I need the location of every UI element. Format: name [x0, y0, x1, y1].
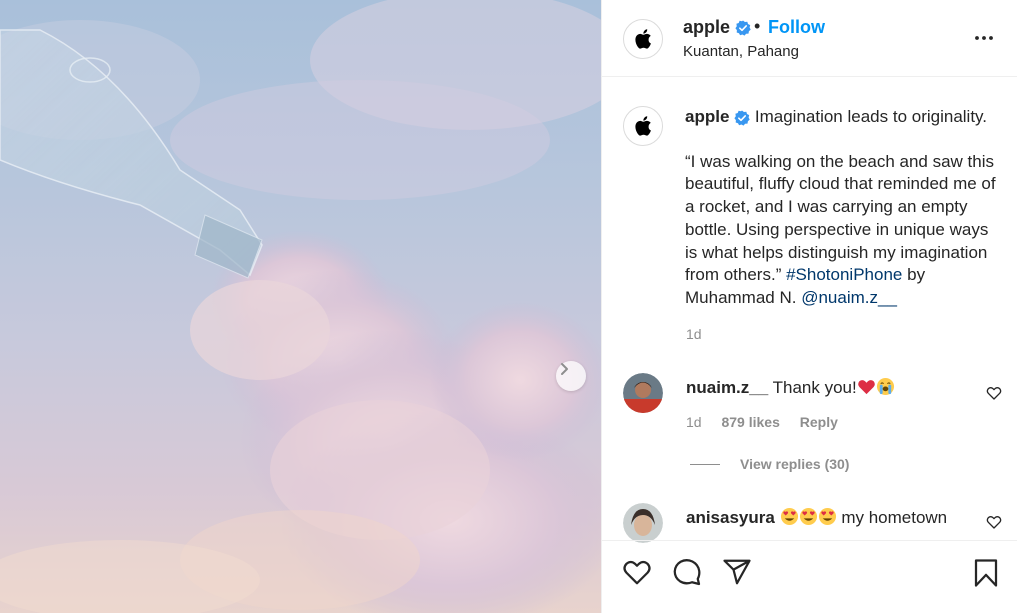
comment-icon — [673, 559, 701, 586]
separator-dot: • — [754, 16, 761, 36]
comment-like-button[interactable] — [986, 385, 1002, 406]
red-heart-icon — [857, 380, 875, 395]
post-photo[interactable] — [0, 0, 601, 613]
verified-badge-icon — [734, 110, 750, 126]
heart-icon — [986, 387, 1002, 400]
post-author[interactable]: apple — [683, 17, 751, 38]
comment-text: nuaim.z__ Thank you! — [686, 377, 895, 398]
post-caption: apple Imagination leads to originality. … — [685, 106, 1005, 310]
caption-author[interactable]: apple — [685, 107, 729, 126]
verified-badge-icon — [735, 20, 751, 36]
apple-logo-icon — [635, 116, 651, 136]
heart-icon — [623, 560, 651, 585]
caption-apple-avatar[interactable] — [623, 106, 663, 146]
avatar — [623, 503, 663, 543]
caption-lead: Imagination leads to originality. — [754, 107, 988, 126]
comment-like-button[interactable] — [986, 514, 1002, 535]
comment-time[interactable]: 1d — [686, 414, 702, 430]
mention-link[interactable]: @nuaim.z__ — [801, 288, 897, 307]
comment-likes[interactable]: 879 likes — [721, 414, 779, 430]
like-button[interactable] — [621, 557, 653, 592]
comment-text: anisasyura my hometown — [686, 507, 947, 528]
heart-eyes-face-icon — [780, 507, 798, 526]
post-action-bar — [602, 540, 1017, 613]
heart-icon — [986, 516, 1002, 529]
save-button[interactable] — [971, 557, 1001, 594]
chevron-right-icon — [561, 363, 568, 375]
share-button[interactable] — [721, 557, 753, 592]
comment-author[interactable]: anisasyura — [686, 508, 775, 527]
more-options-button[interactable] — [974, 28, 994, 53]
comment-button[interactable] — [671, 557, 703, 592]
comment-body: my hometown — [841, 508, 948, 527]
follow-button[interactable]: Follow — [768, 17, 825, 38]
post-location[interactable]: Kuantan, Pahang — [683, 43, 799, 60]
comment-body: Thank you! — [772, 378, 857, 397]
post-header: apple • Follow Kuantan, Pahang — [602, 0, 1017, 77]
post-author-name[interactable]: apple — [683, 17, 730, 37]
commenter-avatar[interactable] — [623, 373, 663, 413]
apple-avatar[interactable] — [623, 19, 663, 59]
cloud-bottle-photo — [0, 0, 601, 613]
post-side-panel: apple • Follow Kuantan, Pahang apple Ima… — [601, 0, 1017, 613]
more-options-icon — [975, 36, 993, 40]
comment-author[interactable]: nuaim.z__ — [686, 378, 768, 397]
comment-meta: 1d 879 likes Reply — [686, 414, 854, 430]
view-replies-label[interactable]: View replies (30) — [740, 456, 849, 472]
apple-logo-icon — [635, 29, 651, 49]
avatar — [623, 373, 663, 413]
bookmark-icon — [974, 559, 998, 587]
reply-button[interactable]: Reply — [800, 414, 838, 430]
heart-eyes-face-icon — [818, 507, 836, 526]
heart-eyes-face-icon — [799, 507, 817, 526]
caption-timestamp[interactable]: 1d — [686, 326, 702, 342]
next-photo-button[interactable] — [556, 361, 586, 391]
loudly-crying-face-icon — [876, 377, 894, 396]
commenter-avatar[interactable] — [623, 503, 663, 543]
share-icon — [723, 559, 751, 585]
replies-divider — [690, 463, 720, 465]
view-replies-button[interactable]: View replies (30) — [690, 456, 849, 472]
hashtag-link[interactable]: #ShotoniPhone — [786, 265, 902, 284]
